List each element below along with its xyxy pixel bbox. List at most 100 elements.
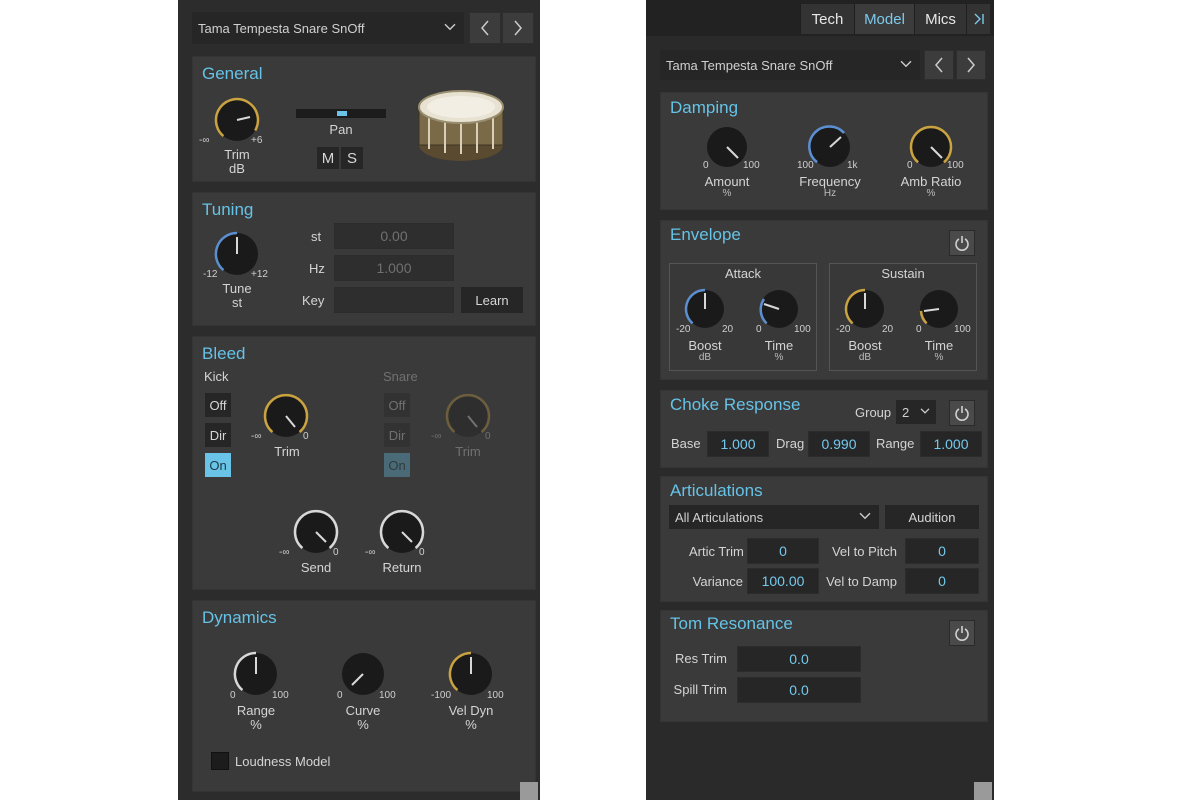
mute-button[interactable]: M [317,147,339,169]
range-label: Range [236,703,276,718]
send-min: -∞ [279,547,290,558]
right-panel: Tech Model Mics Tama Tempesta Snare SnOf… [646,0,994,800]
kick-dir-button[interactable]: Dir [205,423,231,447]
variance-field[interactable]: 100.00 [747,568,819,594]
learn-button[interactable]: Learn [461,287,523,313]
audition-button[interactable]: Audition [885,505,979,529]
hz-label: Hz [309,261,325,276]
drag-label: Drag [776,436,805,451]
drag-field[interactable]: 0.990 [808,431,870,457]
model-next-preset-button[interactable] [956,50,986,80]
curve-label: Curve [345,703,381,718]
attack-time-label: Time [764,338,794,353]
range-field[interactable]: 1.000 [920,431,982,457]
snare-on-button[interactable]: On [384,453,410,477]
tab-model[interactable]: Model [854,4,914,34]
st-field[interactable]: 0.00 [334,223,454,249]
vel-pitch-field[interactable]: 0 [905,538,979,564]
damping-section: Damping 0 100 Amount % 100 1k Frequency … [660,92,988,210]
tune-min-label: -12 [203,269,218,280]
sustain-boost-unit: dB [858,352,872,363]
spill-trim-field[interactable]: 0.0 [737,677,861,703]
chevron-down-icon [920,408,930,414]
artic-trim-field[interactable]: 0 [747,538,819,564]
send-label: Send [300,560,332,575]
right-resize-handle[interactable] [974,782,992,800]
amount-min: 0 [703,160,709,171]
tom-resonance-section: Tom Resonance Res Trim 0.0 Spill Trim 0.… [660,610,988,722]
tab-tech[interactable]: Tech [800,4,854,34]
attack-time-unit: % [774,352,784,363]
tune-label: Tune [222,281,252,296]
res-trim-field[interactable]: 0.0 [737,646,861,672]
base-field[interactable]: 1.000 [707,431,769,457]
tom-resonance-power-button[interactable] [949,620,975,646]
kick-off-button[interactable]: Off [205,393,231,417]
model-prev-preset-button[interactable] [924,50,954,80]
vel-damp-label: Vel to Damp [826,574,897,589]
articulations-title: Articulations [670,481,763,500]
solo-button[interactable]: S [341,147,363,169]
choke-power-button[interactable] [949,400,975,426]
attack-time-min: 0 [756,324,762,335]
preset-dropdown[interactable]: Tama Tempesta Snare SnOff [192,12,464,44]
prev-preset-button[interactable] [469,12,501,44]
collapse-panel-button[interactable] [966,4,990,34]
st-label: st [311,229,322,244]
attack-boost-max: 20 [722,324,734,335]
chevron-right-icon [967,57,975,73]
attack-time-max: 100 [794,324,811,335]
dynamics-title: Dynamics [202,608,277,627]
return-max: 0 [419,547,425,558]
snare-dir-button[interactable]: Dir [384,423,410,447]
preset-name: Tama Tempesta Snare SnOff [198,20,365,36]
choke-section: Choke Response Group 2 Base 1.000 Drag 0… [660,390,988,468]
envelope-power-button[interactable] [949,230,975,256]
veldyn-label: Vel Dyn [448,703,494,718]
kick-on-button[interactable]: On [205,453,231,477]
hz-field[interactable]: 1.000 [334,255,454,281]
sustain-title: Sustain [881,266,925,281]
curve-min: 0 [337,690,343,701]
general-section: General -∞ +6 Trim dB Pan M S [192,56,536,182]
articulations-section: Articulations All Articulations Audition… [660,476,988,602]
veldyn-min: -100 [431,690,452,701]
sustain-boost-min: -20 [836,324,851,335]
snare-off-button[interactable]: Off [384,393,410,417]
amb-ratio-min: 0 [907,160,913,171]
chevron-down-icon [900,60,912,68]
snare-bleed-group: Snare Off Dir On -∞ 0 Trim [381,369,511,481]
group-dropdown[interactable]: 2 [896,400,936,424]
sustain-boost-max: 20 [882,324,894,335]
next-preset-button[interactable] [502,12,534,44]
amb-ratio-label: Amb Ratio [900,174,962,189]
spill-trim-label: Spill Trim [673,682,727,697]
key-field[interactable] [334,287,454,313]
kick-label: Kick [204,369,229,384]
range-min: 0 [230,690,236,701]
articulation-dropdown[interactable]: All Articulations [669,505,879,529]
tuning-section: Tuning -12 +12 Tune st st 0.00 Hz 1.000 … [192,192,536,326]
resize-handle[interactable] [520,782,538,800]
loudness-model-checkbox[interactable] [211,752,229,770]
chevron-left-icon [481,20,489,36]
amount-max: 100 [743,160,760,171]
model-preset-dropdown[interactable]: Tama Tempesta Snare SnOff [660,50,920,80]
trim-unit: dB [229,161,245,176]
artic-trim-label: Artic Trim [689,544,744,559]
power-icon [955,626,969,641]
range-max: 100 [272,690,289,701]
tom-resonance-title: Tom Resonance [670,614,793,633]
amb-ratio-max: 100 [947,160,964,171]
chevron-down-icon [444,23,456,31]
amount-unit: % [722,188,732,199]
veldyn-max: 100 [487,690,504,701]
chevron-down-icon [859,512,871,520]
range-label-choke: Range [876,436,915,451]
bleed-title: Bleed [202,344,246,363]
tab-mics[interactable]: Mics [914,4,966,34]
vel-damp-field[interactable]: 0 [905,568,979,594]
pan-slider[interactable] [296,109,386,118]
trim-min-label: -∞ [199,135,210,146]
pan-slider-handle[interactable] [337,111,347,116]
